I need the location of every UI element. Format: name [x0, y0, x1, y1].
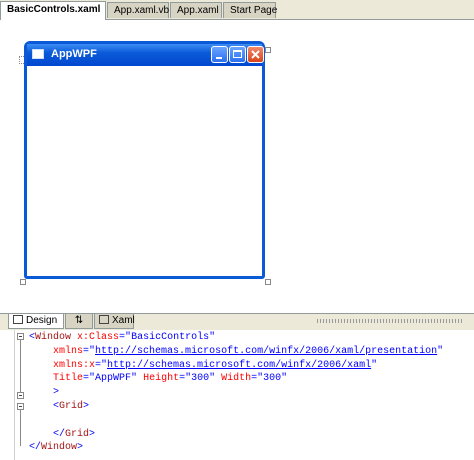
close-icon[interactable]	[247, 46, 264, 63]
code-line-2: xmlns="http://schemas.microsoft.com/winf…	[53, 345, 444, 357]
code-line-8: </Grid>	[53, 428, 96, 440]
code-line-1: <Window x:Class="BasicControls"	[29, 332, 216, 343]
resize-handle-right[interactable]	[265, 47, 271, 53]
xaml-icon	[99, 315, 109, 324]
tab-start-page[interactable]: Start Page	[223, 2, 278, 18]
view-tab-strip: Design ⇅ Xaml	[0, 313, 474, 331]
swap-panes-icon: ⇅	[74, 315, 84, 326]
tab-app-xaml[interactable]: App.xaml	[170, 2, 222, 18]
xaml-editor[interactable]: <Window x:Class="BasicControls" xmlns="h…	[0, 330, 474, 460]
fold-toggle-grid[interactable]	[17, 403, 24, 410]
maximize-icon[interactable]	[229, 46, 246, 63]
design-surface[interactable]: AppWPF	[0, 20, 474, 313]
window-client-area[interactable]	[27, 66, 262, 276]
code-line-3: xmlns:x="http://schemas.microsoft.com/wi…	[53, 359, 378, 371]
resize-handle-corner[interactable]	[265, 279, 271, 285]
code-line-9: </Window>	[29, 442, 84, 454]
fold-toggle-window[interactable]	[17, 333, 24, 340]
editor-gutter	[14, 330, 15, 460]
code-line-4: Title="AppWPF" Height="300" Width="300"	[53, 373, 288, 385]
tab-basiccontrols-xaml[interactable]: BasicControls.xaml	[0, 1, 106, 20]
fold-guide	[20, 434, 21, 446]
code-line-6: <Grid>	[53, 400, 90, 412]
fold-guide	[20, 340, 21, 392]
minimize-icon[interactable]	[211, 46, 228, 63]
fold-toggle-window-attrs[interactable]	[17, 392, 24, 399]
tab-label: BasicControls.xaml	[7, 4, 101, 15]
swap-panes-button[interactable]: ⇅	[65, 314, 93, 329]
window-title: AppWPF	[51, 48, 97, 60]
document-tab-strip: BasicControls.xaml App.xaml.vb App.xaml …	[0, 0, 474, 20]
tab-label: App.xaml.vb	[114, 5, 170, 16]
fold-guide	[20, 410, 21, 434]
code-line-5: >	[53, 387, 60, 399]
tab-label: Design	[26, 315, 58, 326]
design-icon	[13, 315, 23, 324]
tab-label: Xaml	[112, 315, 135, 326]
tab-xaml[interactable]: Xaml	[94, 314, 135, 329]
window-icon	[32, 49, 44, 59]
wpf-window-preview[interactable]: AppWPF	[24, 41, 265, 279]
tab-label: Start Page	[230, 5, 278, 16]
splitter-grip[interactable]	[317, 319, 463, 323]
tab-label: App.xaml	[177, 5, 219, 16]
code-text[interactable]: <Window x:Class="BasicControls" xmlns="h…	[29, 331, 443, 455]
tab-app-xaml-vb[interactable]: App.xaml.vb	[107, 2, 169, 18]
window-titlebar[interactable]: AppWPF	[27, 44, 264, 66]
resize-handle-bottom[interactable]	[20, 279, 26, 285]
tab-design[interactable]: Design	[8, 314, 64, 329]
